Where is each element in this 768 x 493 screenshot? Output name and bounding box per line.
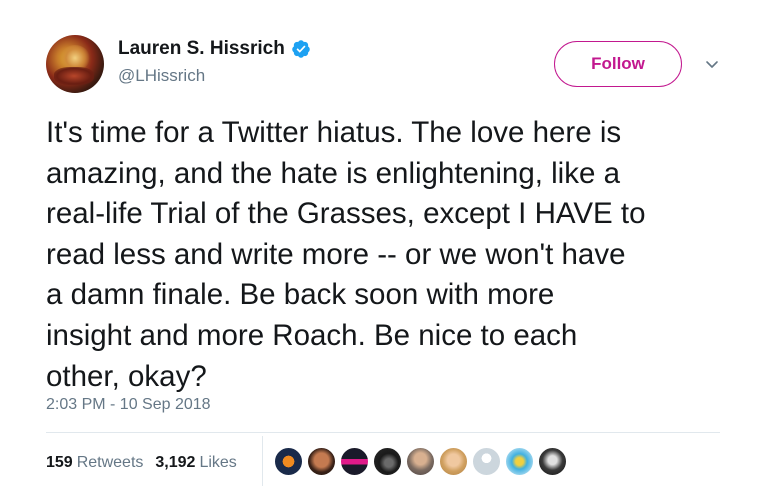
stats-divider xyxy=(262,436,263,486)
likes-count[interactable]: 3,192 xyxy=(155,454,195,472)
liker-avatar-2[interactable] xyxy=(307,447,336,476)
follow-button[interactable]: Follow xyxy=(554,41,682,87)
verified-badge-icon xyxy=(292,40,310,58)
divider-top xyxy=(46,432,720,433)
author-handle[interactable]: @LHissrich xyxy=(118,66,311,86)
retweets-label[interactable]: Retweets xyxy=(77,454,144,472)
retweets-count[interactable]: 159 xyxy=(46,454,73,472)
liker-avatar-1[interactable] xyxy=(274,447,303,476)
liker-avatar-6[interactable] xyxy=(439,447,468,476)
liker-avatar-4[interactable] xyxy=(373,447,402,476)
likes-label[interactable]: Likes xyxy=(199,454,236,472)
liker-avatar-3[interactable] xyxy=(340,447,369,476)
author-display-name[interactable]: Lauren S. Hissrich xyxy=(118,38,285,60)
tweet-stats: 159 Retweets 3,192 Likes xyxy=(46,448,249,478)
chevron-down-icon[interactable] xyxy=(704,56,720,72)
tweet-header: Lauren S. Hissrich @LHissrich Follow xyxy=(46,32,736,96)
tweet-text: It's time for a Twitter hiatus. The love… xyxy=(46,116,646,393)
author-avatar[interactable] xyxy=(46,35,104,93)
liker-avatar-9[interactable] xyxy=(538,447,567,476)
liker-avatar-8[interactable] xyxy=(505,447,534,476)
tweet-timestamp[interactable]: 2:03 PM - 10 Sep 2018 xyxy=(46,396,211,414)
liker-avatar-5[interactable] xyxy=(406,447,435,476)
liker-avatar-7[interactable] xyxy=(472,447,501,476)
name-row: Lauren S. Hissrich xyxy=(118,38,311,60)
author-info: Lauren S. Hissrich @LHissrich xyxy=(118,38,311,86)
